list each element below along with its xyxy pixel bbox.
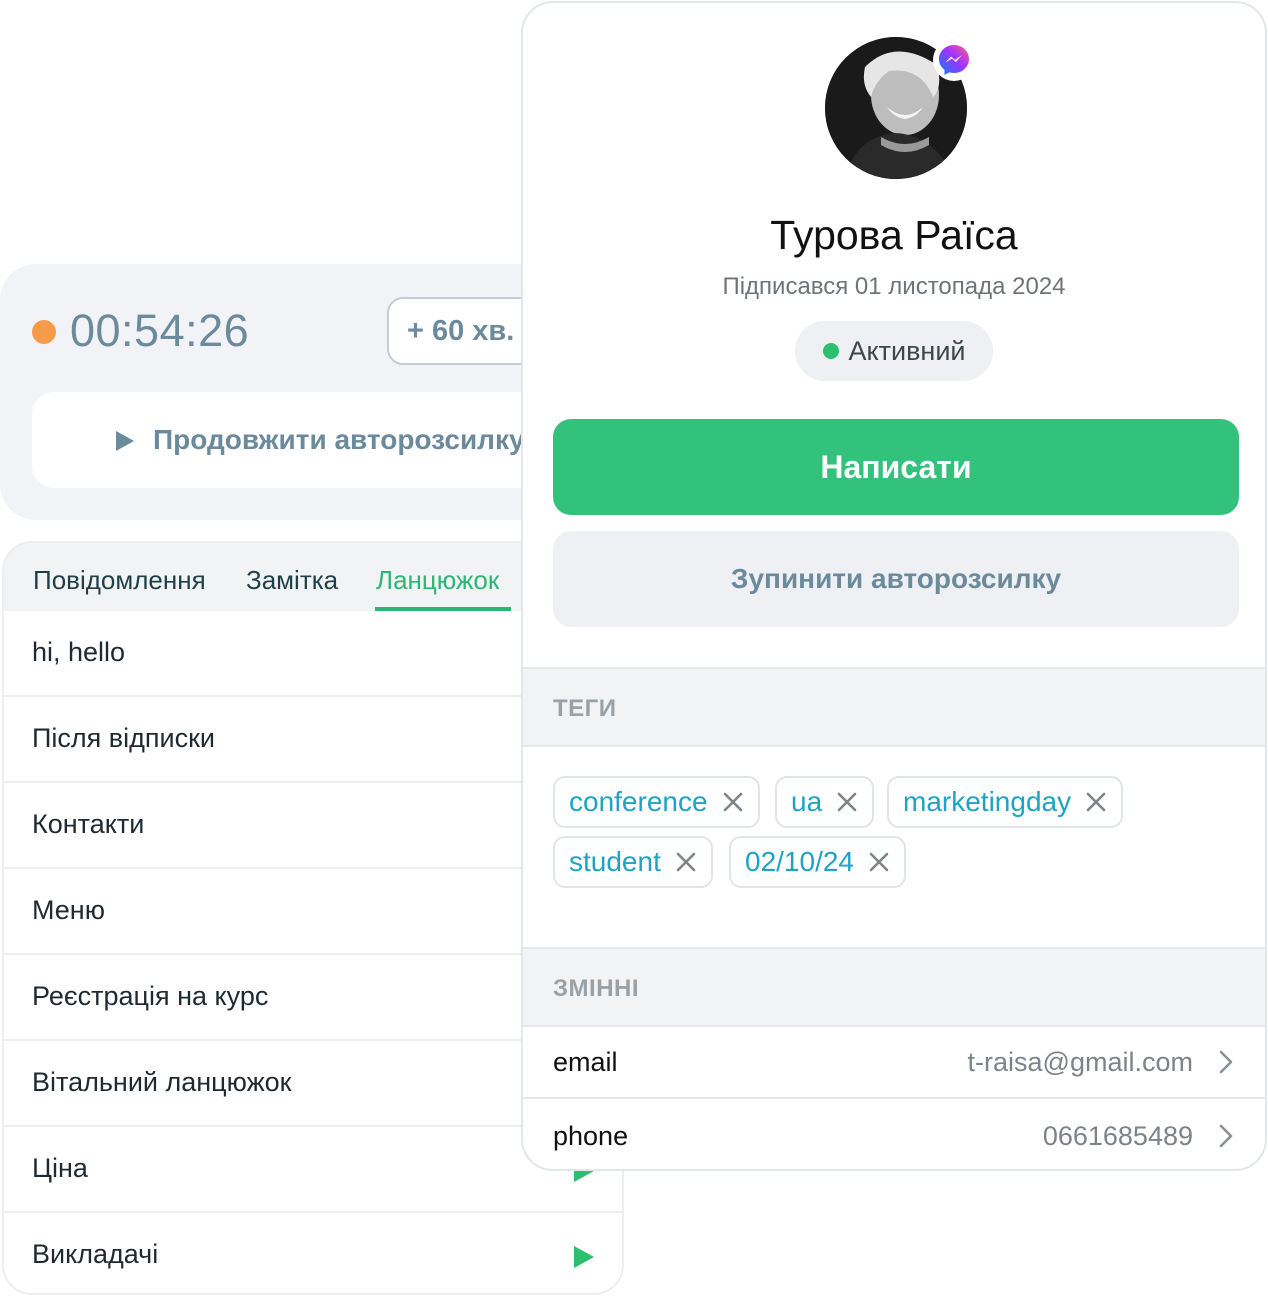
resume-autosend-label: Продовжити авторозсилку — [153, 424, 525, 455]
stop-autosend-button[interactable]: Зупинити авторозсилку — [553, 531, 1239, 627]
list-item-label: Реєстрація на курс — [32, 981, 269, 1011]
tags-section-header: ТЕГИ — [523, 667, 1265, 747]
list-item-label: Викладачі — [32, 1239, 159, 1269]
contact-name: Турова Раїса — [770, 212, 1018, 258]
tag-chip[interactable]: marketingday — [887, 776, 1124, 828]
chevron-right-icon — [1219, 1124, 1233, 1148]
variable-key: email — [553, 1047, 618, 1077]
variable-value: t-raisa@gmail.com — [967, 1047, 1193, 1077]
list-item-label: Вітальний ланцюжок — [32, 1067, 292, 1097]
tag-label: 02/10/24 — [745, 846, 854, 877]
list-item[interactable]: Викладачі — [4, 1213, 622, 1293]
list-item-label: Ціна — [32, 1153, 88, 1183]
subscription-date: Підписався 01 листопада 2024 — [722, 273, 1066, 300]
status-label: Активний — [848, 335, 966, 366]
status-dot — [822, 343, 839, 359]
tag-label: conference — [569, 786, 708, 817]
status-badge: Активний — [795, 321, 993, 381]
write-message-button[interactable]: Написати — [553, 419, 1239, 515]
close-icon[interactable] — [722, 791, 744, 813]
tag-label: marketingday — [903, 786, 1072, 817]
close-icon[interactable] — [1085, 791, 1107, 813]
tag-label: ua — [791, 786, 823, 817]
tab-note[interactable]: Замітка — [246, 563, 338, 597]
list-item-label: Після відписки — [32, 723, 215, 753]
timer-status-dot — [32, 320, 56, 344]
close-icon[interactable] — [675, 851, 697, 873]
tag-chip[interactable]: conference — [553, 776, 760, 828]
chevron-right-icon — [1219, 1050, 1233, 1074]
list-item-label: hi, hello — [32, 637, 126, 667]
close-icon[interactable] — [836, 791, 858, 813]
tab-messages[interactable]: Повідомлення — [33, 563, 206, 597]
variables-section-header: ЗМІННІ — [523, 947, 1265, 1027]
tab-chain[interactable]: Ланцюжок — [376, 563, 499, 597]
variables-section-title: ЗМІННІ — [553, 975, 640, 1002]
tags-section-title: ТЕГИ — [553, 695, 617, 722]
messenger-icon — [933, 39, 975, 81]
app-stage: 00:54:26 + 60 хв. Продовжити авторозсилк… — [0, 0, 1268, 1296]
timer-countdown: 00:54:26 — [70, 305, 250, 356]
variable-value: 0661685489 — [1042, 1121, 1193, 1151]
tag-chip[interactable]: ua — [775, 776, 875, 828]
tag-label: student — [569, 846, 661, 877]
variable-row-email[interactable]: email t-raisa@gmail.com — [523, 1025, 1265, 1099]
tag-chip[interactable]: student — [553, 836, 713, 888]
play-icon — [116, 431, 134, 451]
play-icon[interactable] — [570, 1244, 596, 1270]
contact-profile-card: Турова Раїса Підписався 01 листопада 202… — [521, 1, 1267, 1171]
list-item-label: Контакти — [32, 809, 145, 839]
tag-chip[interactable]: 02/10/24 — [729, 836, 906, 888]
variable-row-phone[interactable]: phone 0661685489 — [523, 1099, 1265, 1169]
close-icon[interactable] — [868, 851, 890, 873]
list-item-label: Меню — [32, 895, 105, 925]
variable-key: phone — [553, 1121, 629, 1151]
